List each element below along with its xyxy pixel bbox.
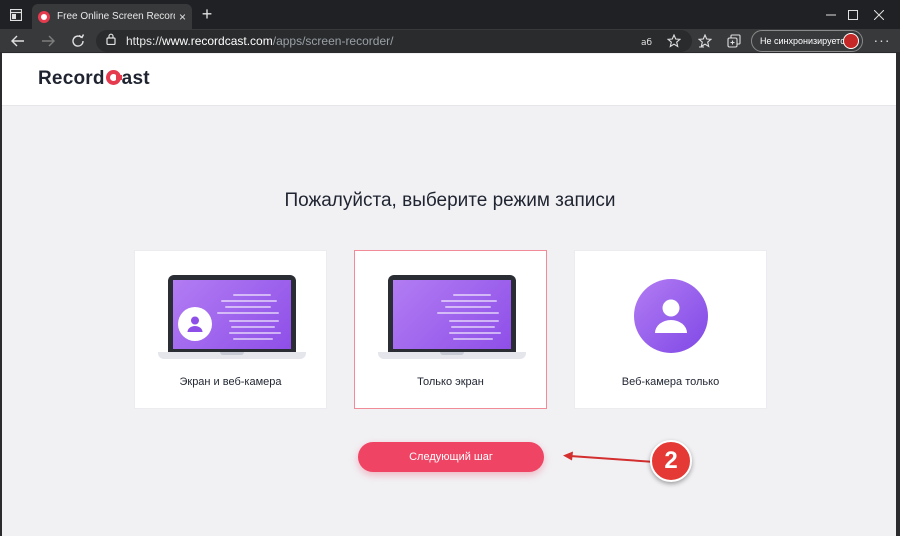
close-window-button[interactable] bbox=[856, 0, 900, 29]
url-scheme: https:// bbox=[126, 34, 163, 48]
address-bar[interactable]: https://www.recordcast.com/apps/screen-r… bbox=[96, 30, 692, 52]
mode-card-screen-only[interactable]: Только экран bbox=[354, 250, 547, 409]
mode-card-label: Только экран bbox=[417, 376, 484, 388]
webcam-user-icon bbox=[634, 279, 708, 353]
laptop-webcam-icon bbox=[158, 275, 306, 361]
svg-text:аб: аб bbox=[641, 38, 653, 47]
window-border-left bbox=[0, 53, 2, 536]
sync-status-label: Не синхронизируется bbox=[760, 36, 850, 46]
page-title: Пожалуйста, выберите режим записи bbox=[284, 190, 616, 211]
collections-icon[interactable] bbox=[726, 33, 742, 49]
url-path: /apps/screen-recorder/ bbox=[272, 34, 394, 48]
refresh-button[interactable] bbox=[68, 31, 88, 51]
mode-card-label: Экран и веб-камера bbox=[179, 376, 282, 388]
mode-card-label: Веб-камера только bbox=[621, 376, 720, 388]
step-number-badge: 2 bbox=[650, 440, 692, 482]
browser-toolbar: https://www.recordcast.com/apps/screen-r… bbox=[0, 29, 900, 53]
site-header: Record ast bbox=[2, 54, 896, 106]
logo-c-icon bbox=[105, 70, 122, 85]
back-button[interactable] bbox=[8, 31, 28, 51]
add-favorite-icon[interactable] bbox=[666, 33, 682, 49]
laptop-icon bbox=[378, 275, 526, 361]
url-text[interactable]: https://www.recordcast.com/apps/screen-r… bbox=[126, 34, 393, 48]
tab-actions-icon[interactable] bbox=[8, 7, 24, 23]
read-aloud-icon[interactable]: аб bbox=[640, 33, 656, 49]
profile-sync-button[interactable]: Не синхронизируется bbox=[751, 30, 863, 52]
url-host: www.recordcast.com bbox=[162, 34, 273, 48]
mode-card-screen-webcam[interactable]: Экран и веб-камера bbox=[134, 250, 327, 409]
avatar bbox=[843, 33, 859, 49]
browser-titlebar: Free Online Screen Recorder - R × + bbox=[0, 0, 900, 29]
favorites-icon[interactable] bbox=[697, 33, 713, 49]
tab-title: Free Online Screen Recorder - R bbox=[57, 11, 175, 22]
recordcast-logo[interactable]: Record ast bbox=[38, 68, 150, 90]
mode-card-webcam-only[interactable]: Веб-камера только bbox=[574, 250, 767, 409]
lock-icon[interactable] bbox=[106, 32, 116, 50]
webcam-user-icon bbox=[178, 307, 212, 341]
next-step-button[interactable]: Следующий шаг bbox=[358, 442, 544, 472]
close-tab-button[interactable]: × bbox=[179, 11, 186, 23]
forward-button[interactable] bbox=[38, 31, 58, 51]
new-tab-button[interactable]: + bbox=[197, 4, 217, 24]
window-border-right bbox=[896, 53, 900, 536]
recordcast-favicon-icon bbox=[38, 10, 50, 23]
logo-text-left: Record bbox=[38, 68, 105, 89]
logo-text-right: ast bbox=[121, 68, 150, 89]
browser-tab[interactable]: Free Online Screen Recorder - R × bbox=[32, 4, 192, 29]
annotation-arrow-icon bbox=[563, 451, 656, 463]
more-options-button[interactable]: ··· bbox=[872, 31, 892, 51]
